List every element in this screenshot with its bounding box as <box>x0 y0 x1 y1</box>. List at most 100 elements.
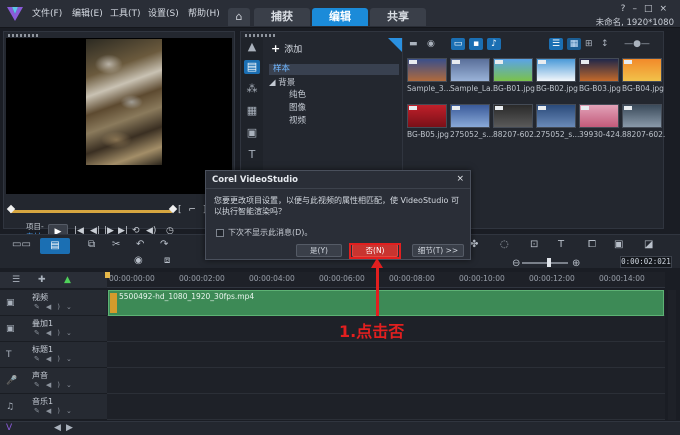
crop-icon[interactable]: ⧠ <box>588 239 596 250</box>
title-icon[interactable]: T <box>244 148 260 162</box>
tab-capture[interactable]: 捕获 <box>254 8 310 26</box>
text-icon[interactable]: T <box>558 239 564 250</box>
storyboard-view-icon[interactable]: ▭▭ <box>12 239 31 250</box>
thumbnail-label: BG-B01.jpg <box>493 84 535 93</box>
show-photo-icon[interactable]: ▪ <box>469 38 483 50</box>
timeline-scrollbar[interactable] <box>668 290 676 420</box>
sort-icon[interactable]: ↕ <box>601 38 609 50</box>
help-icon[interactable]: ? <box>621 4 633 14</box>
library-thumbnail[interactable]: BG-B03.jpg <box>579 58 621 93</box>
track-header[interactable]: ▣ 视频 ✎◀)⌄ <box>0 290 107 316</box>
track-header[interactable]: ▣ 叠加1 ✎◀)⌄ <box>0 316 107 342</box>
import-folder-icon[interactable]: ▬ <box>409 38 418 50</box>
folder-image[interactable]: 图像 <box>289 101 306 113</box>
motion-tracking-icon[interactable]: ✤ <box>470 239 478 250</box>
dont-show-label[interactable]: 下次不显示此消息(D)。 <box>228 227 312 238</box>
library-thumbnail[interactable]: 39930-424... <box>579 104 623 139</box>
instant-project-icon[interactable]: ▦ <box>244 104 260 118</box>
library-thumbnail[interactable]: BG-B05.jpg <box>407 104 449 139</box>
tab-edit[interactable]: 编辑 <box>312 8 368 26</box>
details-button[interactable]: 细节(T) >> <box>412 244 464 257</box>
grid-options-icon[interactable]: ⊞ <box>585 38 593 50</box>
menu-help[interactable]: 帮助(H) <box>188 6 220 19</box>
scroll-right-icon[interactable]: ▶ <box>66 423 73 433</box>
zoom-in-icon[interactable]: ⊕ <box>572 258 580 269</box>
dialog-close-button[interactable]: × <box>456 174 464 184</box>
copy-icon[interactable]: ⧉ <box>88 239 95 250</box>
subtitle-icon[interactable]: ⊡ <box>530 239 538 250</box>
library-thumbnail[interactable]: Sample_3... <box>407 58 451 93</box>
folder-solid-color[interactable]: 纯色 <box>289 88 306 100</box>
thumbnail-view-icon[interactable]: ▦ <box>567 38 581 50</box>
show-audio-icon[interactable]: ♪ <box>487 38 501 50</box>
record-icon[interactable]: ◉ <box>427 38 435 50</box>
scroll-left-icon[interactable]: ◀ <box>54 423 61 433</box>
track-header[interactable]: 🎤 声音 ✎◀)⌄ <box>0 368 107 394</box>
menu-file[interactable]: 文件(F) <box>32 6 62 19</box>
expand-icon[interactable]: ◢ <box>269 78 278 88</box>
library-thumbnail[interactable]: BG-B02.jpg <box>536 58 578 93</box>
add-chapter-icon[interactable]: ✚ <box>38 275 46 285</box>
library-thumbnail[interactable]: 88207-602... <box>622 104 666 139</box>
chevron-up-icon[interactable]: ▲ <box>244 40 260 54</box>
enable-ripple-icon[interactable]: ▲ <box>64 275 71 285</box>
maximize-icon[interactable]: □ <box>644 4 660 14</box>
menu-tools[interactable]: 工具(T) <box>110 6 141 19</box>
media-icon[interactable]: ▤ <box>244 60 260 74</box>
timeline-view-icon[interactable]: ▤ <box>40 238 70 254</box>
list-view-icon[interactable]: ☰ <box>549 38 563 50</box>
show-video-icon[interactable]: ▭ <box>451 38 465 50</box>
track-controls[interactable]: ✎◀)⌄ <box>34 355 78 363</box>
panel-grip[interactable] <box>245 34 275 37</box>
library-thumbnail[interactable]: Sample_La... <box>450 58 494 93</box>
library-thumbnail[interactable]: BG-B01.jpg <box>493 58 535 93</box>
zoom-slider-thumb[interactable] <box>547 258 551 267</box>
record-capture-icon[interactable]: ◉ <box>134 255 143 266</box>
folder-sample[interactable]: 样本 <box>269 64 399 75</box>
folder-background[interactable]: ◢ 背景 <box>269 76 295 88</box>
tab-share[interactable]: 共享 <box>370 8 426 26</box>
home-tab[interactable]: ⌂ <box>228 8 250 26</box>
track-controls[interactable]: ✎◀)⌄ <box>34 381 78 389</box>
yes-button[interactable]: 是(Y) <box>296 244 342 257</box>
dont-show-checkbox[interactable] <box>216 229 224 237</box>
camera-icon[interactable]: ▣ <box>614 239 623 250</box>
redo-icon[interactable]: ↷ <box>160 239 168 250</box>
scrub-bar[interactable] <box>10 210 172 213</box>
undo-icon[interactable]: ↶ <box>136 239 144 250</box>
minimize-icon[interactable]: – <box>632 4 644 14</box>
library-thumbnail[interactable]: 88207-602... <box>493 104 537 139</box>
library-thumbnail[interactable]: 275052_s... <box>450 104 493 139</box>
track-controls[interactable]: ✎◀)⌄ <box>34 407 78 415</box>
track-lane[interactable] <box>107 394 665 420</box>
track-header[interactable]: T 标题1 ✎◀)⌄ <box>0 342 107 368</box>
close-icon[interactable]: × <box>659 4 674 14</box>
zoom-out-icon[interactable]: ⊖ <box>512 258 520 269</box>
zoom-slider[interactable] <box>522 262 568 264</box>
panorama-icon[interactable]: ◪ <box>644 239 653 250</box>
menu-settings[interactable]: 设置(S) <box>148 6 179 19</box>
library-thumbnail[interactable]: BG-B04.jpg <box>622 58 664 93</box>
transition-icon[interactable]: ⁂ <box>244 82 260 96</box>
add-folder-button[interactable]: + 添加 <box>271 42 302 55</box>
track-controls[interactable]: ✎◀)⌄ <box>34 329 78 337</box>
graphics-icon[interactable]: ▣ <box>244 126 260 140</box>
panel-grip[interactable] <box>8 34 38 37</box>
library-thumbnail[interactable]: 275052_s... <box>536 104 579 139</box>
track-manager-icon[interactable]: ☰ <box>12 275 20 285</box>
playhead[interactable] <box>105 272 110 278</box>
mark-in-out-buttons[interactable]: [ ⌐ ] <box>178 205 208 215</box>
mask-icon[interactable]: ◌ <box>500 239 509 250</box>
split-icon[interactable]: ✂ <box>112 239 120 250</box>
menu-edit[interactable]: 编辑(E) <box>72 6 103 19</box>
thumbnail-size-slider[interactable]: —●— <box>619 38 655 50</box>
track-header[interactable]: ♫ 音乐1 ✎◀)⌄ <box>0 394 107 420</box>
video-clip[interactable]: 5500492-hd_1080_1920_30fps.mp4 <box>108 290 664 316</box>
track-lane[interactable] <box>107 368 665 394</box>
track-lane[interactable] <box>107 342 665 368</box>
timeline-timecode[interactable]: 0:00:02:021 <box>620 256 672 268</box>
mix-icon[interactable]: ⧈ <box>164 255 170 266</box>
timeline-ruler[interactable]: 00:00:00:00 00:00:02:00 00:00:04:00 00:00:0… <box>107 272 665 288</box>
track-controls[interactable]: ✎◀)⌄ <box>34 303 78 311</box>
folder-video[interactable]: 视频 <box>289 114 306 126</box>
